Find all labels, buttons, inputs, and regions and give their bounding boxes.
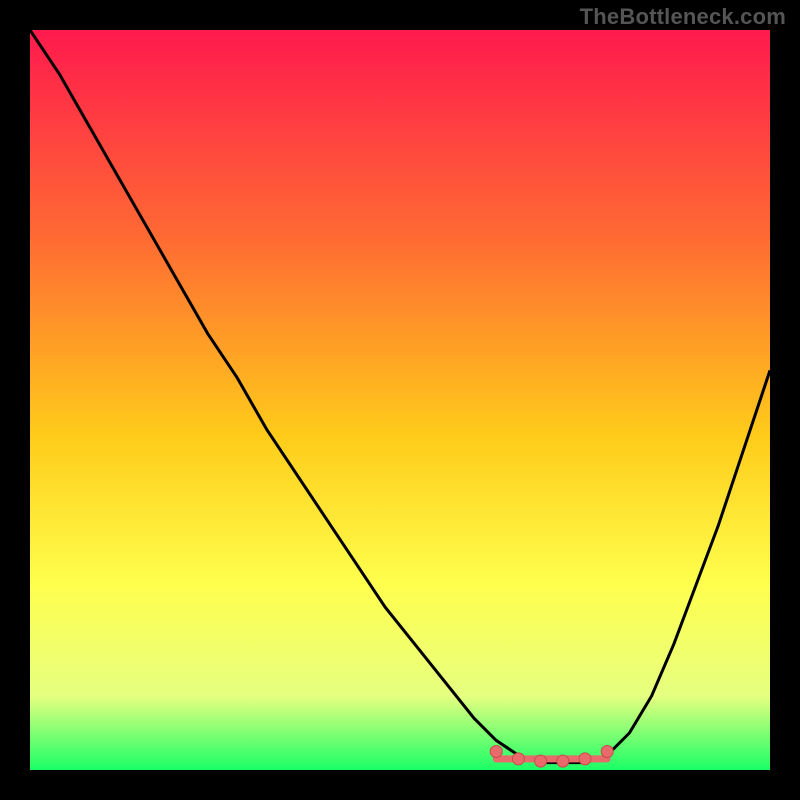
bottleneck-chart xyxy=(30,30,770,770)
marker-dot xyxy=(535,755,547,767)
marker-dot xyxy=(490,746,502,758)
marker-dot xyxy=(557,755,569,767)
marker-dot xyxy=(512,753,524,765)
marker-dot xyxy=(579,753,591,765)
plot-area xyxy=(30,30,770,770)
watermark-text: TheBottleneck.com xyxy=(580,4,786,30)
gradient-background xyxy=(30,30,770,770)
marker-dot xyxy=(601,746,613,758)
chart-frame: TheBottleneck.com xyxy=(0,0,800,800)
